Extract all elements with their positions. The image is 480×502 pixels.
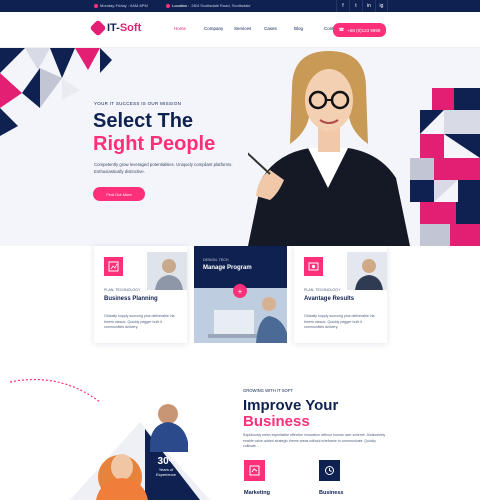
hero-eyebrow: YOUR IT SUCCESS IS OUR MISSION <box>94 101 182 106</box>
logo-mark-icon <box>89 19 107 37</box>
top-bar: Monday-Friday : 9AM-6PM Location : 28/4 … <box>0 0 480 12</box>
card-text: Globally supply sourcing plus deliverabl… <box>304 314 375 329</box>
planning-icon <box>104 257 123 276</box>
logo-text-part1: IT- <box>107 22 120 34</box>
about-title-line1: Improve Your <box>243 397 339 414</box>
clock-icon <box>94 3 98 8</box>
about-title-line2: Business <box>243 413 310 430</box>
business-icon <box>319 460 340 481</box>
hours-info: Monday-Friday : 9AM-6PM <box>94 3 148 8</box>
find-out-more-button[interactable]: Find Out More <box>93 187 145 201</box>
facebook-icon[interactable]: f <box>336 0 349 12</box>
card-tag: DESIGN, TECH <box>203 258 229 262</box>
hero-title-line1: Select The <box>93 110 194 132</box>
nav-company[interactable]: Company <box>204 26 234 31</box>
card-title[interactable]: Avantage Results <box>304 296 354 302</box>
instagram-icon[interactable]: ig <box>375 0 388 12</box>
nav-home[interactable]: Home <box>174 26 204 31</box>
card-text: Globally supply sourcing plus deliverabl… <box>104 314 175 329</box>
card-photo <box>347 252 387 290</box>
linkedin-icon[interactable]: in <box>362 0 375 12</box>
marketing-icon <box>244 460 265 481</box>
hero-person-image <box>248 51 410 246</box>
feature-marketing-label: Marketing <box>244 490 270 496</box>
about-paragraph: Rapidiously mesh exploitative effective … <box>243 433 386 448</box>
location-info: Location : 28/4 Scottsdale Road, Scottsd… <box>166 3 251 8</box>
service-card-business-planning[interactable]: PLAN, TECHNOLOGY Business Planning Globa… <box>94 246 187 343</box>
logo-text-part2: Soft <box>119 22 142 34</box>
feature-business-label: Business <box>319 490 344 496</box>
location-pin-icon <box>166 3 170 8</box>
card-photo <box>147 252 187 290</box>
right-square-pattern <box>410 88 480 246</box>
hero-section: YOUR IT SUCCESS IS OUR MISSION Select Th… <box>0 48 480 246</box>
results-icon <box>304 257 323 276</box>
experience-label: Years of Experience <box>155 467 176 477</box>
phone-button[interactable]: ☎ +88 (0)123 9999 <box>333 23 386 37</box>
social-links: f t in ig <box>336 0 388 12</box>
nav-cases[interactable]: Cases <box>264 26 294 31</box>
about-eyebrow: GROWING WITH IT SOFT <box>243 388 293 393</box>
service-card-avantage-results[interactable]: PLAN, TECHNOLOGY Avantage Results Global… <box>294 246 387 343</box>
card-title[interactable]: Manage Program <box>203 265 252 271</box>
main-header: IT-Soft Home Company Services Cases Blog… <box>0 12 480 48</box>
card-tag: PLAN, TECHNOLOGY <box>104 288 141 292</box>
nav-blog[interactable]: Blog <box>294 26 324 31</box>
experience-number: 30+ <box>157 456 175 467</box>
location-label: Location : <box>172 3 190 8</box>
logo[interactable]: IT-Soft <box>89 19 141 37</box>
plus-icon[interactable]: + <box>233 284 247 298</box>
about-image-collage <box>9 379 210 500</box>
location-text: 28/4 Scottsdale Road, Scottsdale <box>191 3 251 8</box>
hours-text: Monday-Friday : 9AM-6PM <box>100 3 148 8</box>
twitter-icon[interactable]: t <box>349 0 362 12</box>
logo-text: IT-Soft <box>107 22 141 34</box>
card-title[interactable]: Business Planning <box>104 296 158 302</box>
experience-badge: 30+ Years of Experience <box>151 456 181 477</box>
phone-number: +88 (0)123 9999 <box>347 27 381 33</box>
card-tag: PLAN, TECHNOLOGY <box>304 288 341 292</box>
hero-paragraph: Competently grow leveraged potentialitie… <box>94 162 233 174</box>
nav-services[interactable]: Services <box>234 26 264 31</box>
hero-title-line2: Right People <box>93 133 216 155</box>
phone-icon: ☎ <box>338 27 345 32</box>
main-nav: Home Company Services Cases Blog Contact <box>174 26 354 31</box>
